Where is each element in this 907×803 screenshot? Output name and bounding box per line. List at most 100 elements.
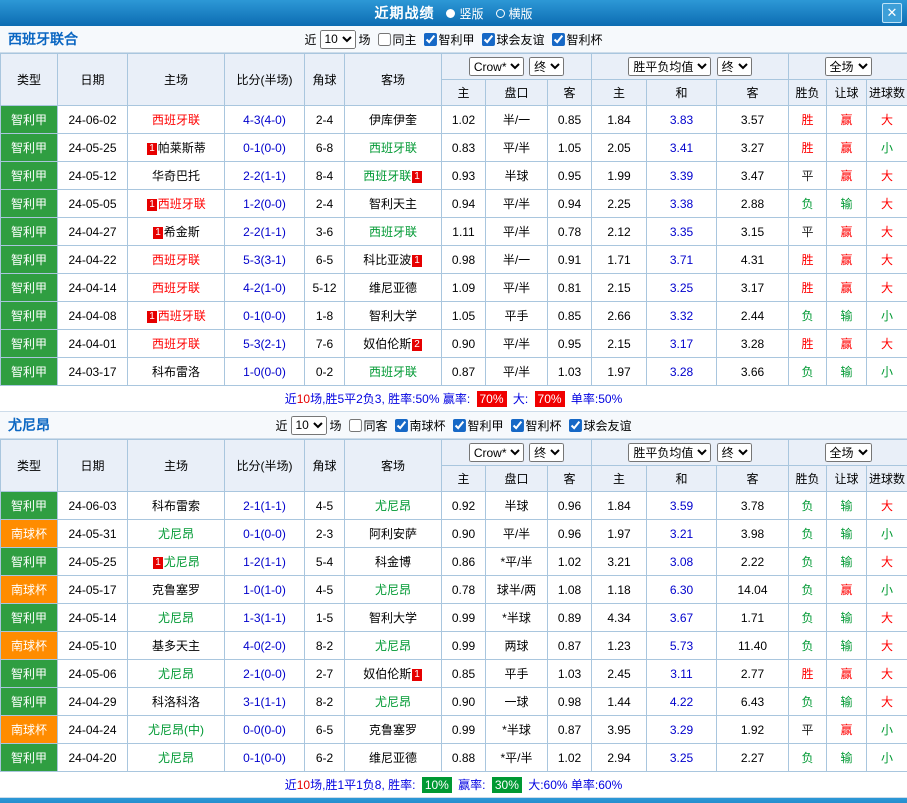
checkbox-input[interactable] xyxy=(569,419,582,432)
match-score[interactable]: 0-1(0-0) xyxy=(225,520,305,548)
match-score[interactable]: 3-1(1-1) xyxy=(225,688,305,716)
filter-checkbox-2[interactable]: 球会友谊 xyxy=(482,31,545,48)
match-row: 智利甲24-05-251帕莱斯蒂0-1(0-0)6-8西班牙联0.83平/半1.… xyxy=(1,134,907,162)
away-team[interactable]: 西班牙联 xyxy=(345,218,442,246)
filter-checkbox-1[interactable]: 智利甲 xyxy=(424,31,475,48)
away-team[interactable]: 科比亚波1 xyxy=(345,246,442,274)
avg-odds-select[interactable]: 胜平负均值 xyxy=(628,57,711,76)
away-team[interactable]: 智利天主 xyxy=(345,190,442,218)
league-trend-footer[interactable]: 联赛盘路走势 xyxy=(0,798,907,803)
away-team[interactable]: 尤尼昂 xyxy=(345,576,442,604)
match-score[interactable]: 1-3(1-1) xyxy=(225,604,305,632)
avg-odds-select[interactable]: 胜平负均值 xyxy=(628,443,711,462)
checkbox-input[interactable] xyxy=(511,419,524,432)
home-team[interactable]: 尤尼昂 xyxy=(128,604,225,632)
home-team[interactable]: 1帕莱斯蒂 xyxy=(128,134,225,162)
match-score[interactable]: 0-1(0-0) xyxy=(225,134,305,162)
radio-selected-icon[interactable] xyxy=(446,9,455,18)
home-team[interactable]: 西班牙联 xyxy=(128,246,225,274)
avg-home: 4.34 xyxy=(592,604,647,632)
away-team[interactable]: 智利大学 xyxy=(345,302,442,330)
match-score[interactable]: 5-3(2-1) xyxy=(225,330,305,358)
home-team[interactable]: 1西班牙联 xyxy=(128,190,225,218)
match-score[interactable]: 2-2(1-1) xyxy=(225,218,305,246)
away-team[interactable]: 维尼亚德 xyxy=(345,274,442,302)
match-score[interactable]: 1-0(0-0) xyxy=(225,358,305,386)
home-team[interactable]: 科洛科洛 xyxy=(128,688,225,716)
avg-final-select[interactable]: 终 xyxy=(717,57,752,76)
away-team[interactable]: 西班牙联 xyxy=(345,358,442,386)
radio-vertical-layout[interactable]: 竖版 xyxy=(446,5,483,22)
avg-home: 2.25 xyxy=(592,190,647,218)
checkbox-input[interactable] xyxy=(348,419,361,432)
match-score[interactable]: 4-2(1-0) xyxy=(225,274,305,302)
match-score[interactable]: 4-3(4-0) xyxy=(225,106,305,134)
home-team[interactable]: 科布雷洛 xyxy=(128,358,225,386)
filter-checkbox-4[interactable]: 球会友谊 xyxy=(569,417,632,434)
filter-checkbox-1[interactable]: 南球杯 xyxy=(394,417,445,434)
odds-company-select[interactable]: Crow* xyxy=(469,443,524,462)
close-icon[interactable]: ✕ xyxy=(882,3,902,23)
away-team[interactable]: 西班牙联 xyxy=(345,134,442,162)
filter-checkbox-3[interactable]: 智利杯 xyxy=(511,417,562,434)
home-team[interactable]: 西班牙联 xyxy=(128,330,225,358)
home-team[interactable]: 西班牙联 xyxy=(128,106,225,134)
filter-checkbox-3[interactable]: 智利杯 xyxy=(552,31,603,48)
filter-checkbox-0[interactable]: 同主 xyxy=(377,31,416,48)
match-score[interactable]: 0-0(0-0) xyxy=(225,716,305,744)
home-team[interactable]: 尤尼昂 xyxy=(128,520,225,548)
away-team[interactable]: 奴伯伦斯1 xyxy=(345,660,442,688)
filter-checkbox-0[interactable]: 同客 xyxy=(348,417,387,434)
match-score[interactable]: 1-0(1-0) xyxy=(225,576,305,604)
away-team[interactable]: 尤尼昂 xyxy=(345,688,442,716)
home-team[interactable]: 克鲁塞罗 xyxy=(128,576,225,604)
checkbox-input[interactable] xyxy=(424,33,437,46)
match-score[interactable]: 2-1(1-1) xyxy=(225,492,305,520)
match-score[interactable]: 5-3(3-1) xyxy=(225,246,305,274)
recent-count-select[interactable]: 10 xyxy=(319,30,355,49)
away-team[interactable]: 阿利安萨 xyxy=(345,520,442,548)
home-team[interactable]: 尤尼昂 xyxy=(128,744,225,772)
scope-select[interactable]: 全场 xyxy=(825,443,872,462)
away-team[interactable]: 尤尼昂 xyxy=(345,492,442,520)
away-team[interactable]: 伊库伊奎 xyxy=(345,106,442,134)
odds-company-select[interactable]: Crow* xyxy=(469,57,524,76)
radio-horizontal-layout[interactable]: 横版 xyxy=(496,5,533,22)
checkbox-input[interactable] xyxy=(377,33,390,46)
home-team[interactable]: 科布雷索 xyxy=(128,492,225,520)
checkbox-input[interactable] xyxy=(552,33,565,46)
match-score[interactable]: 1-2(0-0) xyxy=(225,190,305,218)
home-team[interactable]: 1西班牙联 xyxy=(128,302,225,330)
match-score[interactable]: 0-1(0-0) xyxy=(225,744,305,772)
away-team[interactable]: 西班牙联1 xyxy=(345,162,442,190)
match-score[interactable]: 0-1(0-0) xyxy=(225,302,305,330)
away-team[interactable]: 维尼亚德 xyxy=(345,744,442,772)
home-team[interactable]: 基多天主 xyxy=(128,632,225,660)
radio-unselected-icon[interactable] xyxy=(496,9,505,18)
away-team[interactable]: 科金博 xyxy=(345,548,442,576)
match-score[interactable]: 1-2(1-1) xyxy=(225,548,305,576)
away-team[interactable]: 奴伯伦斯2 xyxy=(345,330,442,358)
away-team[interactable]: 智利大学 xyxy=(345,604,442,632)
checkbox-input[interactable] xyxy=(394,419,407,432)
odds-final-select[interactable]: 终 xyxy=(529,443,564,462)
checkbox-input[interactable] xyxy=(453,419,466,432)
home-team[interactable]: 华奇巴托 xyxy=(128,162,225,190)
away-team[interactable]: 克鲁塞罗 xyxy=(345,716,442,744)
recent-count-select[interactable]: 10 xyxy=(290,416,326,435)
team-name: 尤尼昂 xyxy=(375,695,411,709)
avg-final-select[interactable]: 终 xyxy=(717,443,752,462)
home-team[interactable]: 1希金斯 xyxy=(128,218,225,246)
checkbox-input[interactable] xyxy=(482,33,495,46)
home-team[interactable]: 尤尼昂(中) xyxy=(128,716,225,744)
home-team[interactable]: 西班牙联 xyxy=(128,274,225,302)
away-team[interactable]: 尤尼昂 xyxy=(345,632,442,660)
home-team[interactable]: 尤尼昂 xyxy=(128,660,225,688)
scope-select[interactable]: 全场 xyxy=(825,57,872,76)
match-score[interactable]: 4-0(2-0) xyxy=(225,632,305,660)
odds-final-select[interactable]: 终 xyxy=(529,57,564,76)
match-score[interactable]: 2-2(1-1) xyxy=(225,162,305,190)
match-score[interactable]: 2-1(0-0) xyxy=(225,660,305,688)
home-team[interactable]: 1尤尼昂 xyxy=(128,548,225,576)
filter-checkbox-2[interactable]: 智利甲 xyxy=(453,417,504,434)
